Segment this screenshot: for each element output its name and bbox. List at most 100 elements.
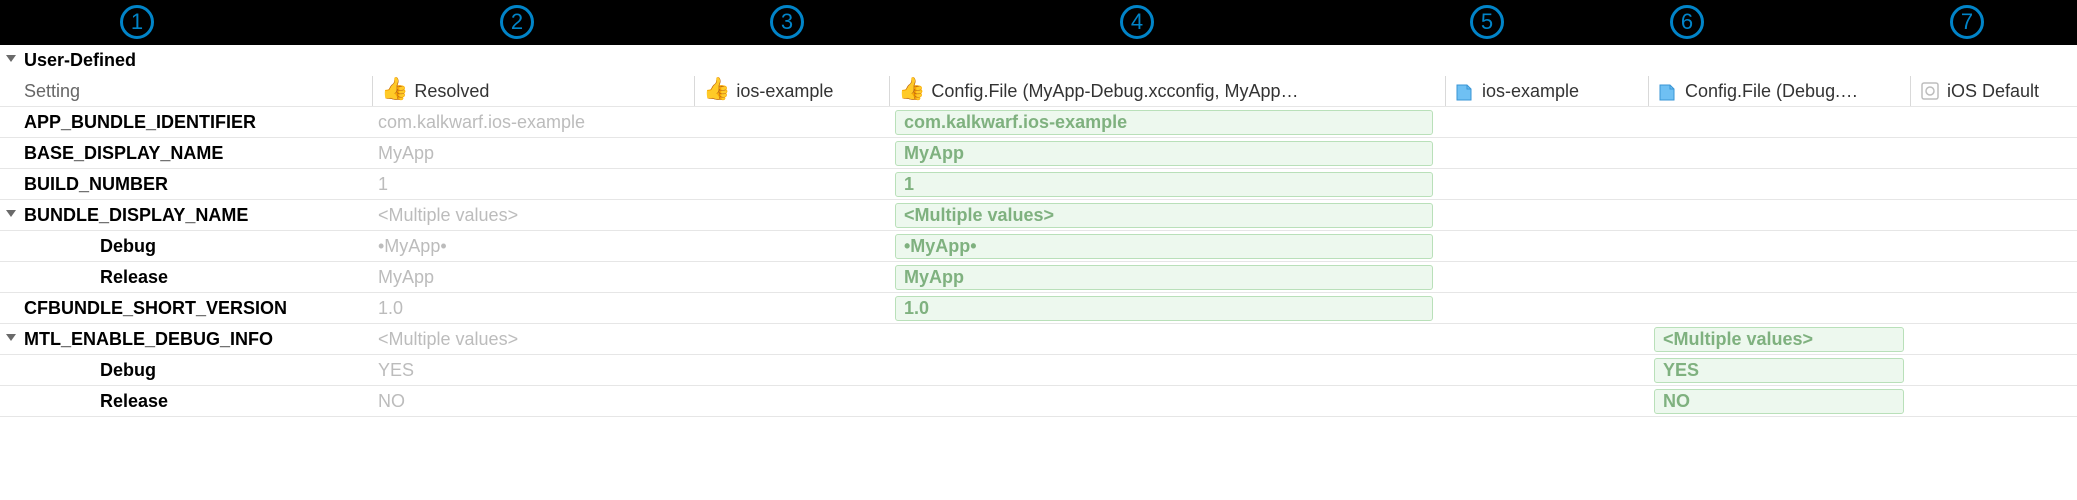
thumbs-up-icon: 👍: [703, 78, 730, 100]
setting-row[interactable]: CFBUNDLE_SHORT_VERSION 1.0 1.0: [0, 293, 2077, 324]
col-project-header[interactable]: ios-example: [1445, 76, 1648, 106]
project-icon: [1454, 80, 1476, 102]
project-value[interactable]: [1445, 262, 1648, 292]
setting-name: MTL_ENABLE_DEBUG_INFO: [0, 324, 372, 354]
column-header-row: Setting 👍 Resolved 👍 ios-example 👍 Confi…: [0, 76, 2077, 107]
project-icon: [1657, 80, 1679, 102]
column-badge-1: 1: [120, 5, 154, 39]
col-config-file-project-header[interactable]: Config.File (Debug.…: [1648, 76, 1910, 106]
config-file-project-value[interactable]: [1648, 262, 1910, 292]
column-badge-3: 3: [770, 5, 804, 39]
setting-row-child[interactable]: Debug •MyApp• •MyApp•: [0, 231, 2077, 262]
setting-name: CFBUNDLE_SHORT_VERSION: [0, 293, 372, 323]
section-header[interactable]: User-Defined: [0, 45, 372, 75]
resolved-value: MyApp: [372, 138, 694, 168]
config-file-project-value[interactable]: YES: [1648, 355, 1910, 385]
setting-row-child[interactable]: Release NO NO: [0, 386, 2077, 417]
target-value[interactable]: [694, 169, 889, 199]
resolved-value: <Multiple values>: [372, 200, 694, 230]
setting-row-expandable[interactable]: BUNDLE_DISPLAY_NAME <Multiple values> <M…: [0, 200, 2077, 231]
section-header-row[interactable]: User-Defined: [0, 45, 2077, 76]
config-file-target-value[interactable]: <Multiple values>: [889, 200, 1445, 230]
disclosure-triangle-down-icon[interactable]: [5, 207, 17, 219]
target-value[interactable]: [694, 293, 889, 323]
section-title: User-Defined: [24, 50, 136, 71]
thumbs-up-icon: 👍: [898, 78, 925, 100]
disclosure-triangle-down-icon[interactable]: [5, 52, 17, 64]
config-file-target-value[interactable]: MyApp: [889, 138, 1445, 168]
target-value[interactable]: [694, 107, 889, 137]
setting-row[interactable]: APP_BUNDLE_IDENTIFIER com.kalkwarf.ios-e…: [0, 107, 2077, 138]
setting-row-expandable[interactable]: MTL_ENABLE_DEBUG_INFO <Multiple values> …: [0, 324, 2077, 355]
column-badge-bar: 1 2 3 4 5 6 7: [0, 0, 2077, 45]
setting-name: Release: [0, 386, 372, 416]
config-file-target-value[interactable]: [889, 355, 1445, 385]
target-value[interactable]: [694, 138, 889, 168]
default-value: [1910, 293, 2077, 323]
config-file-target-value[interactable]: •MyApp•: [889, 231, 1445, 261]
config-file-target-value[interactable]: MyApp: [889, 262, 1445, 292]
config-file-target-value[interactable]: 1.0: [889, 293, 1445, 323]
target-value[interactable]: [694, 200, 889, 230]
col-setting-header: Setting: [0, 76, 372, 106]
setting-row[interactable]: BUILD_NUMBER 1 1: [0, 169, 2077, 200]
config-file-project-value[interactable]: [1648, 169, 1910, 199]
config-file-project-value[interactable]: [1648, 293, 1910, 323]
default-value: [1910, 169, 2077, 199]
default-value: [1910, 138, 2077, 168]
setting-name: APP_BUNDLE_IDENTIFIER: [0, 107, 372, 137]
config-file-project-value[interactable]: [1648, 200, 1910, 230]
project-value[interactable]: [1445, 231, 1648, 261]
build-settings-table: User-Defined Setting 👍 Resolved 👍 ios-ex…: [0, 45, 2077, 417]
target-value[interactable]: [694, 324, 889, 354]
setting-row[interactable]: BASE_DISPLAY_NAME MyApp MyApp: [0, 138, 2077, 169]
setting-name: Release: [0, 262, 372, 292]
config-file-target-value[interactable]: [889, 324, 1445, 354]
project-value[interactable]: [1445, 293, 1648, 323]
config-file-target-value[interactable]: 1: [889, 169, 1445, 199]
target-value[interactable]: [694, 386, 889, 416]
column-badge-6: 6: [1670, 5, 1704, 39]
config-file-target-value[interactable]: [889, 386, 1445, 416]
config-file-target-value[interactable]: com.kalkwarf.ios-example: [889, 107, 1445, 137]
project-value[interactable]: [1445, 200, 1648, 230]
framework-icon: [1919, 80, 1941, 102]
default-value: [1910, 355, 2077, 385]
default-value: [1910, 200, 2077, 230]
resolved-value: NO: [372, 386, 694, 416]
target-value[interactable]: [694, 262, 889, 292]
target-value[interactable]: [694, 355, 889, 385]
project-value[interactable]: [1445, 169, 1648, 199]
project-value[interactable]: [1445, 138, 1648, 168]
config-file-project-value[interactable]: [1648, 231, 1910, 261]
col-default-header[interactable]: iOS Default: [1910, 76, 2077, 106]
thumbs-up-icon: 👍: [381, 78, 408, 100]
config-file-project-value[interactable]: <Multiple values>: [1648, 324, 1910, 354]
config-file-project-value[interactable]: [1648, 138, 1910, 168]
config-file-project-value[interactable]: NO: [1648, 386, 1910, 416]
project-value[interactable]: [1445, 355, 1648, 385]
column-badge-2: 2: [500, 5, 534, 39]
default-value: [1910, 231, 2077, 261]
setting-name: Debug: [0, 231, 372, 261]
project-value[interactable]: [1445, 386, 1648, 416]
setting-name: BUILD_NUMBER: [0, 169, 372, 199]
col-target-header[interactable]: 👍 ios-example: [694, 76, 889, 106]
col-resolved-header[interactable]: 👍 Resolved: [372, 76, 694, 106]
setting-name: Debug: [0, 355, 372, 385]
column-badge-7: 7: [1950, 5, 1984, 39]
resolved-value: 1.0: [372, 293, 694, 323]
resolved-value: YES: [372, 355, 694, 385]
setting-row-child[interactable]: Debug YES YES: [0, 355, 2077, 386]
default-value: [1910, 324, 2077, 354]
config-file-project-value[interactable]: [1648, 107, 1910, 137]
project-value[interactable]: [1445, 324, 1648, 354]
target-value[interactable]: [694, 231, 889, 261]
col-config-file-target-header[interactable]: 👍 Config.File (MyApp-Debug.xcconfig, MyA…: [889, 76, 1445, 106]
setting-row-child[interactable]: Release MyApp MyApp: [0, 262, 2077, 293]
project-value[interactable]: [1445, 107, 1648, 137]
disclosure-triangle-down-icon[interactable]: [5, 331, 17, 343]
resolved-value: MyApp: [372, 262, 694, 292]
default-value: [1910, 262, 2077, 292]
default-value: [1910, 386, 2077, 416]
